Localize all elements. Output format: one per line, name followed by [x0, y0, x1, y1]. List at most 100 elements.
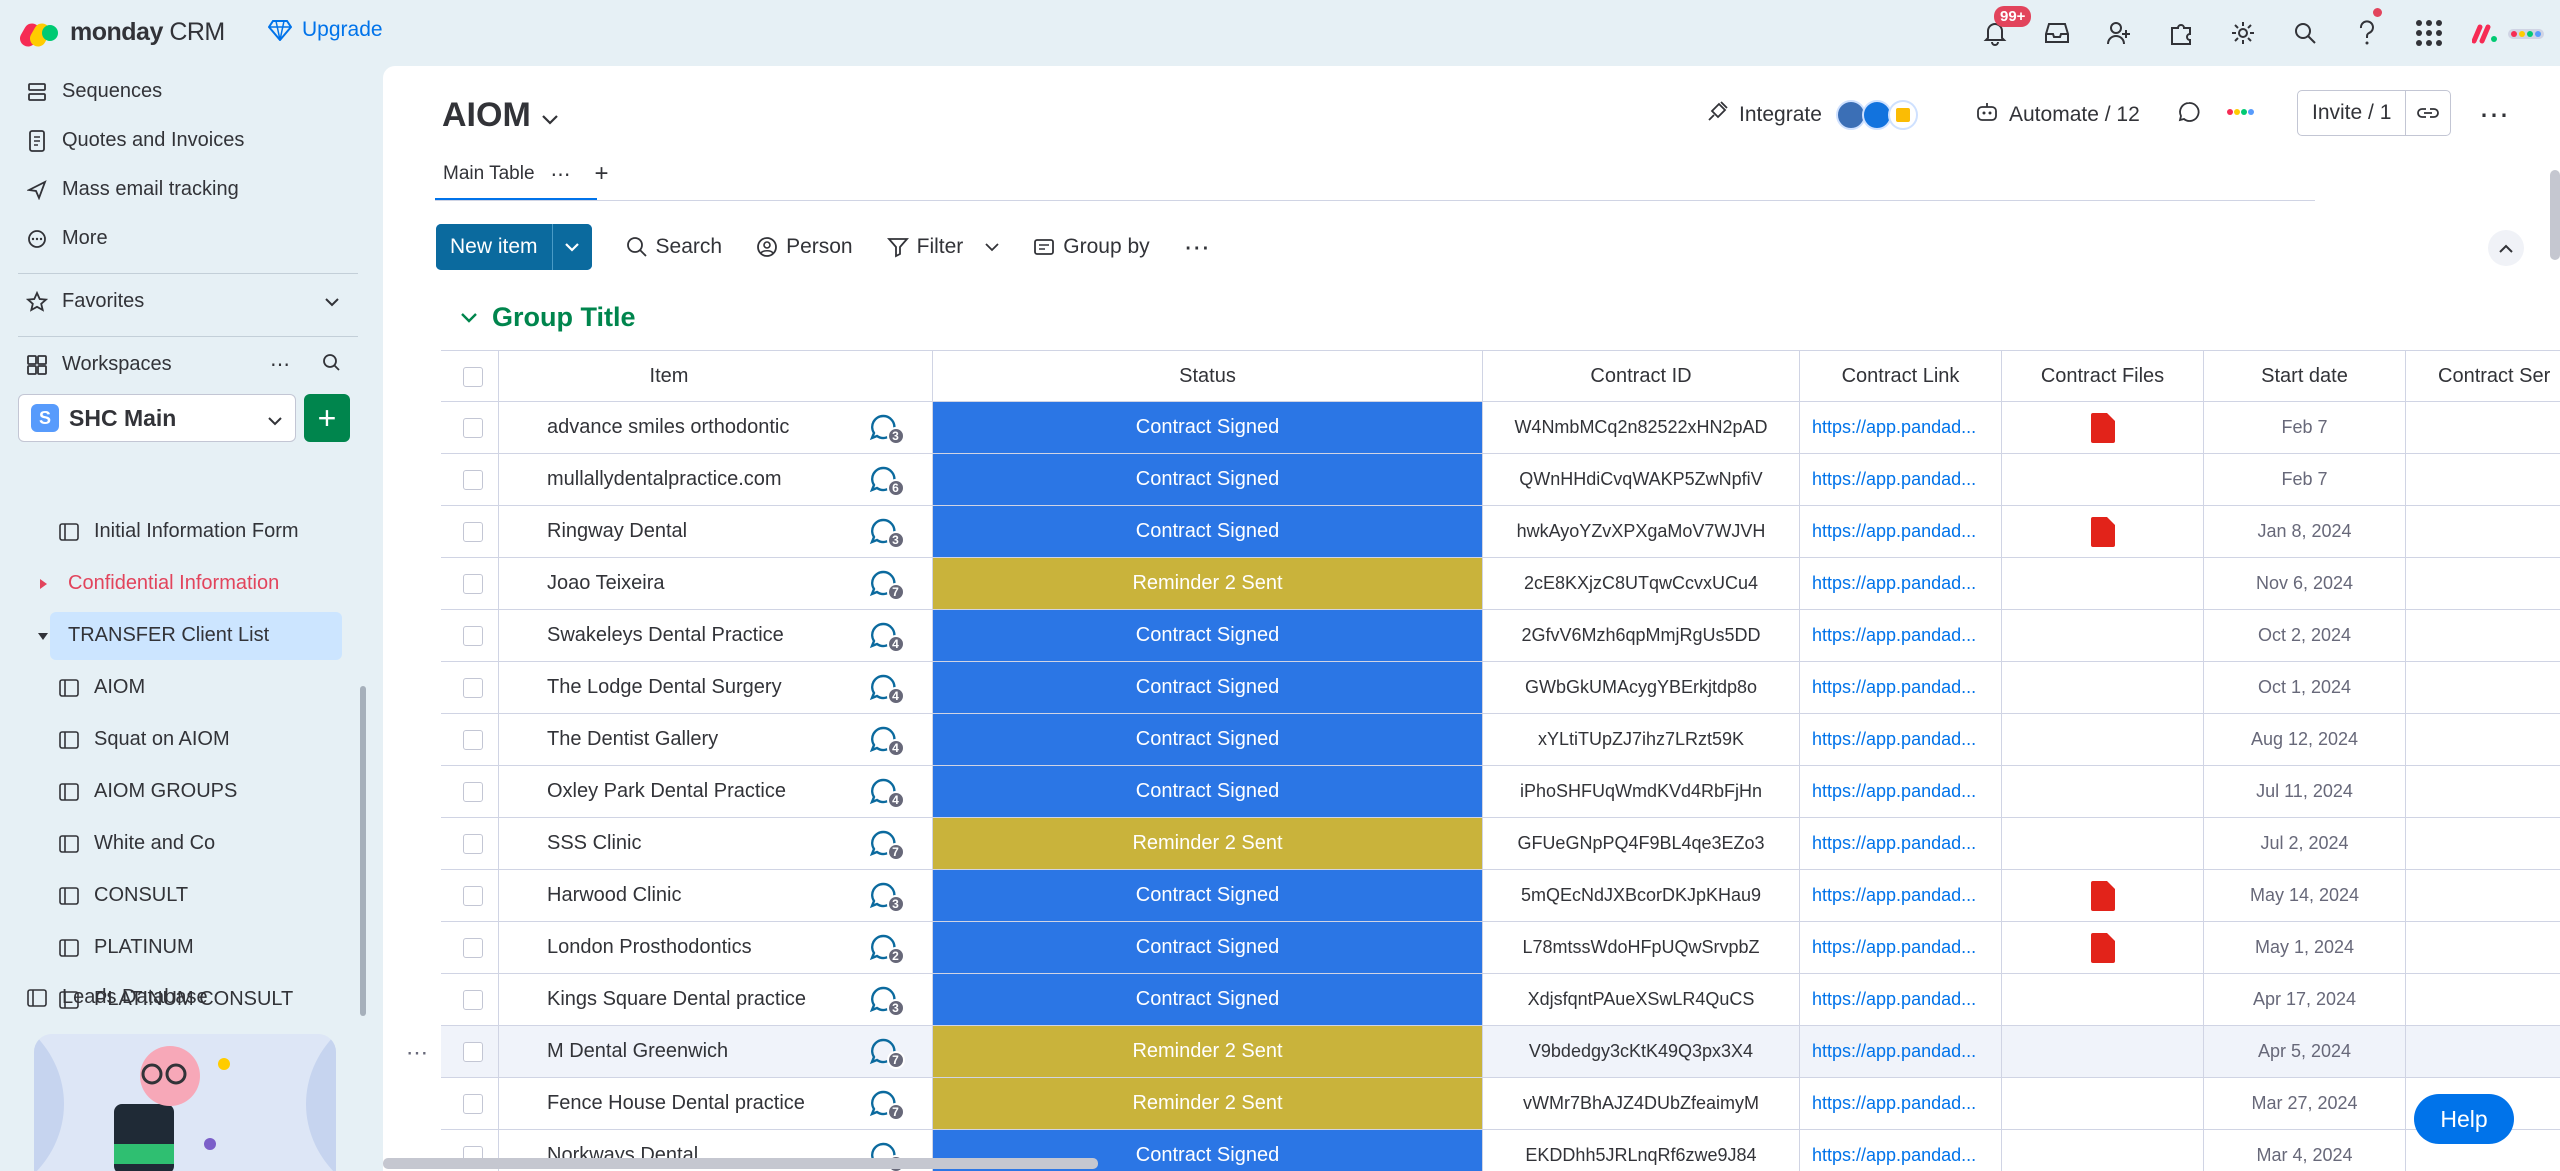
board-activity-button[interactable] [2225, 100, 2255, 124]
toolbar-more-button[interactable]: ⋯ [1184, 232, 1210, 263]
status-cell[interactable]: Reminder 2 Sent [933, 558, 1483, 609]
contract-link-cell[interactable]: https://app.pandad... [1800, 1026, 2002, 1077]
sidebar-tree-item[interactable]: Initial Information Form [58, 520, 299, 543]
status-cell[interactable]: Reminder 2 Sent [933, 1078, 1483, 1129]
tab-menu-icon[interactable]: ⋯ [551, 162, 571, 187]
item-name-cell[interactable]: Joao Teixeira [499, 558, 839, 609]
contract-link-cell[interactable]: https://app.pandad... [1800, 714, 2002, 765]
column-header-contract-id[interactable]: Contract ID [1483, 351, 1800, 402]
inbox-button[interactable] [2026, 0, 2088, 66]
contract-sent-cell[interactable] [2406, 870, 2560, 921]
table-row[interactable]: advance smiles orthodontic 3 Contract Sign… [441, 402, 2560, 454]
contract-id-cell[interactable]: L78mtssWdoHFpUQwSrvpbZ [1483, 922, 1800, 973]
invite-button[interactable]: Invite / 1 [2298, 91, 2407, 135]
sidebar-item-leads-database[interactable]: Leads Database [26, 986, 208, 1009]
sidebar-tree-item[interactable]: AIOM [58, 676, 145, 699]
item-name-cell[interactable]: Kings Square Dental practice [499, 974, 839, 1025]
group-header[interactable]: Group Title [460, 302, 636, 333]
group-title[interactable]: Group Title [492, 302, 636, 333]
item-updates-button[interactable]: 7 [839, 1026, 933, 1077]
status-cell[interactable]: Contract Signed [933, 870, 1483, 921]
contract-sent-cell[interactable] [2406, 1026, 2560, 1077]
board-menu-button[interactable]: ⋯ [2479, 98, 2509, 133]
sidebar-item-more[interactable]: More [26, 227, 108, 250]
item-name-cell[interactable]: advance smiles orthodontic [499, 402, 839, 453]
contract-files-cell[interactable] [2002, 974, 2204, 1025]
status-cell[interactable]: Contract Signed [933, 506, 1483, 557]
contract-id-cell[interactable]: vWMr7BhAJZ4DUbZfeaimyM [1483, 1078, 1800, 1129]
item-updates-button[interactable]: 3 [839, 402, 933, 453]
contract-sent-cell[interactable] [2406, 766, 2560, 817]
row-checkbox[interactable] [447, 454, 499, 505]
status-cell[interactable]: Contract Signed [933, 662, 1483, 713]
start-date-cell[interactable]: Apr 5, 2024 [2204, 1026, 2406, 1077]
pdf-file-icon[interactable] [2090, 880, 2115, 911]
row-checkbox[interactable] [447, 1078, 499, 1129]
table-row[interactable]: Swakeleys Dental Practice 4 Contract Signe… [441, 610, 2560, 662]
contract-link-cell[interactable]: https://app.pandad... [1800, 974, 2002, 1025]
status-cell[interactable]: Contract Signed [933, 454, 1483, 505]
new-item-button[interactable]: New item [436, 224, 592, 270]
contract-link-cell[interactable]: https://app.pandad... [1800, 1078, 2002, 1129]
sidebar-tree-item[interactable]: TRANSFER Client List [32, 624, 269, 647]
chevron-down-icon[interactable] [460, 312, 478, 324]
sidebar-tree-item[interactable]: Squat on AIOM [58, 728, 230, 751]
status-cell[interactable]: Contract Signed [933, 610, 1483, 661]
start-date-cell[interactable]: Apr 17, 2024 [2204, 974, 2406, 1025]
contract-sent-cell[interactable] [2406, 974, 2560, 1025]
contract-link-cell[interactable]: https://app.pandad... [1800, 818, 2002, 869]
item-name-cell[interactable]: The Dentist Gallery [499, 714, 839, 765]
status-cell[interactable]: Contract Signed [933, 974, 1483, 1025]
row-checkbox[interactable] [447, 870, 499, 921]
row-checkbox[interactable] [447, 558, 499, 609]
contract-link-cell[interactable]: https://app.pandad... [1800, 558, 2002, 609]
search-button[interactable]: Search [626, 235, 722, 259]
contract-link-cell[interactable]: https://app.pandad... [1800, 766, 2002, 817]
row-checkbox[interactable] [447, 766, 499, 817]
contract-id-cell[interactable]: W4NmbMCq2n82522xHN2pAD [1483, 402, 1800, 453]
contract-id-cell[interactable]: GWbGkUMAcygYBErkjtdp8o [1483, 662, 1800, 713]
add-view-button[interactable]: + [595, 160, 609, 188]
search-icon[interactable] [322, 353, 340, 377]
contract-id-cell[interactable]: V9bdedgy3cKtK49Q3px3X4 [1483, 1026, 1800, 1077]
start-date-cell[interactable]: Oct 2, 2024 [2204, 610, 2406, 661]
row-checkbox[interactable] [447, 662, 499, 713]
item-updates-button[interactable]: 3 [839, 506, 933, 557]
item-name-cell[interactable]: Harwood Clinic [499, 870, 839, 921]
contract-link-cell[interactable]: https://app.pandad... [1800, 506, 2002, 557]
table-row[interactable]: The Lodge Dental Surgery 4 Contract Signed… [441, 662, 2560, 714]
contract-files-cell[interactable] [2002, 922, 2204, 973]
sidebar-tree-item[interactable]: AIOM GROUPS [58, 780, 237, 803]
contract-id-cell[interactable]: XdjsfqntPAueXSwLR4QuCS [1483, 974, 1800, 1025]
start-date-cell[interactable]: Jan 8, 2024 [2204, 506, 2406, 557]
start-date-cell[interactable]: Feb 7 [2204, 454, 2406, 505]
contract-sent-cell[interactable] [2406, 922, 2560, 973]
contract-files-cell[interactable] [2002, 454, 2204, 505]
contract-files-cell[interactable] [2002, 506, 2204, 557]
table-row[interactable]: Ringway Dental 3 Contract Signed hwkAyoYZvX… [441, 506, 2560, 558]
contract-files-cell[interactable] [2002, 1078, 2204, 1129]
item-updates-button[interactable]: 4 [839, 766, 933, 817]
contract-id-cell[interactable]: 5mQEcNdJXBcorDKJpKHau9 [1483, 870, 1800, 921]
row-checkbox[interactable] [447, 818, 499, 869]
contract-id-cell[interactable]: 2cE8KXjzC8UTqwCcvxUCu4 [1483, 558, 1800, 609]
search-button[interactable] [2274, 0, 2336, 66]
contract-link-cell[interactable]: https://app.pandad... [1800, 922, 2002, 973]
tab-main-table[interactable]: Main Table [443, 163, 535, 185]
status-cell[interactable]: Reminder 2 Sent [933, 1026, 1483, 1077]
start-date-cell[interactable]: Oct 1, 2024 [2204, 662, 2406, 713]
new-item-dropdown[interactable] [551, 224, 592, 270]
sidebar-item-sequences[interactable]: Sequences [26, 80, 162, 103]
contract-id-cell[interactable]: hwkAyoYZvXPXgaMoV7WJVH [1483, 506, 1800, 557]
item-updates-button[interactable]: 3 [839, 870, 933, 921]
status-cell[interactable]: Contract Signed [933, 766, 1483, 817]
contract-id-cell[interactable]: QWnHHdiCvqWAKP5ZwNpfiV [1483, 454, 1800, 505]
contract-id-cell[interactable]: 2GfvV6Mzh6qpMmjRgUs5DD [1483, 610, 1800, 661]
settings-button[interactable] [2212, 0, 2274, 66]
column-header-contract-files[interactable]: Contract Files [2002, 351, 2204, 402]
contract-sent-cell[interactable] [2406, 818, 2560, 869]
contract-sent-cell[interactable] [2406, 454, 2560, 505]
contract-id-cell[interactable]: iPhoSHFUqWmdKVd4RbFjHn [1483, 766, 1800, 817]
item-name-cell[interactable]: London Prosthodontics [499, 922, 839, 973]
status-cell[interactable]: Contract Signed [933, 922, 1483, 973]
